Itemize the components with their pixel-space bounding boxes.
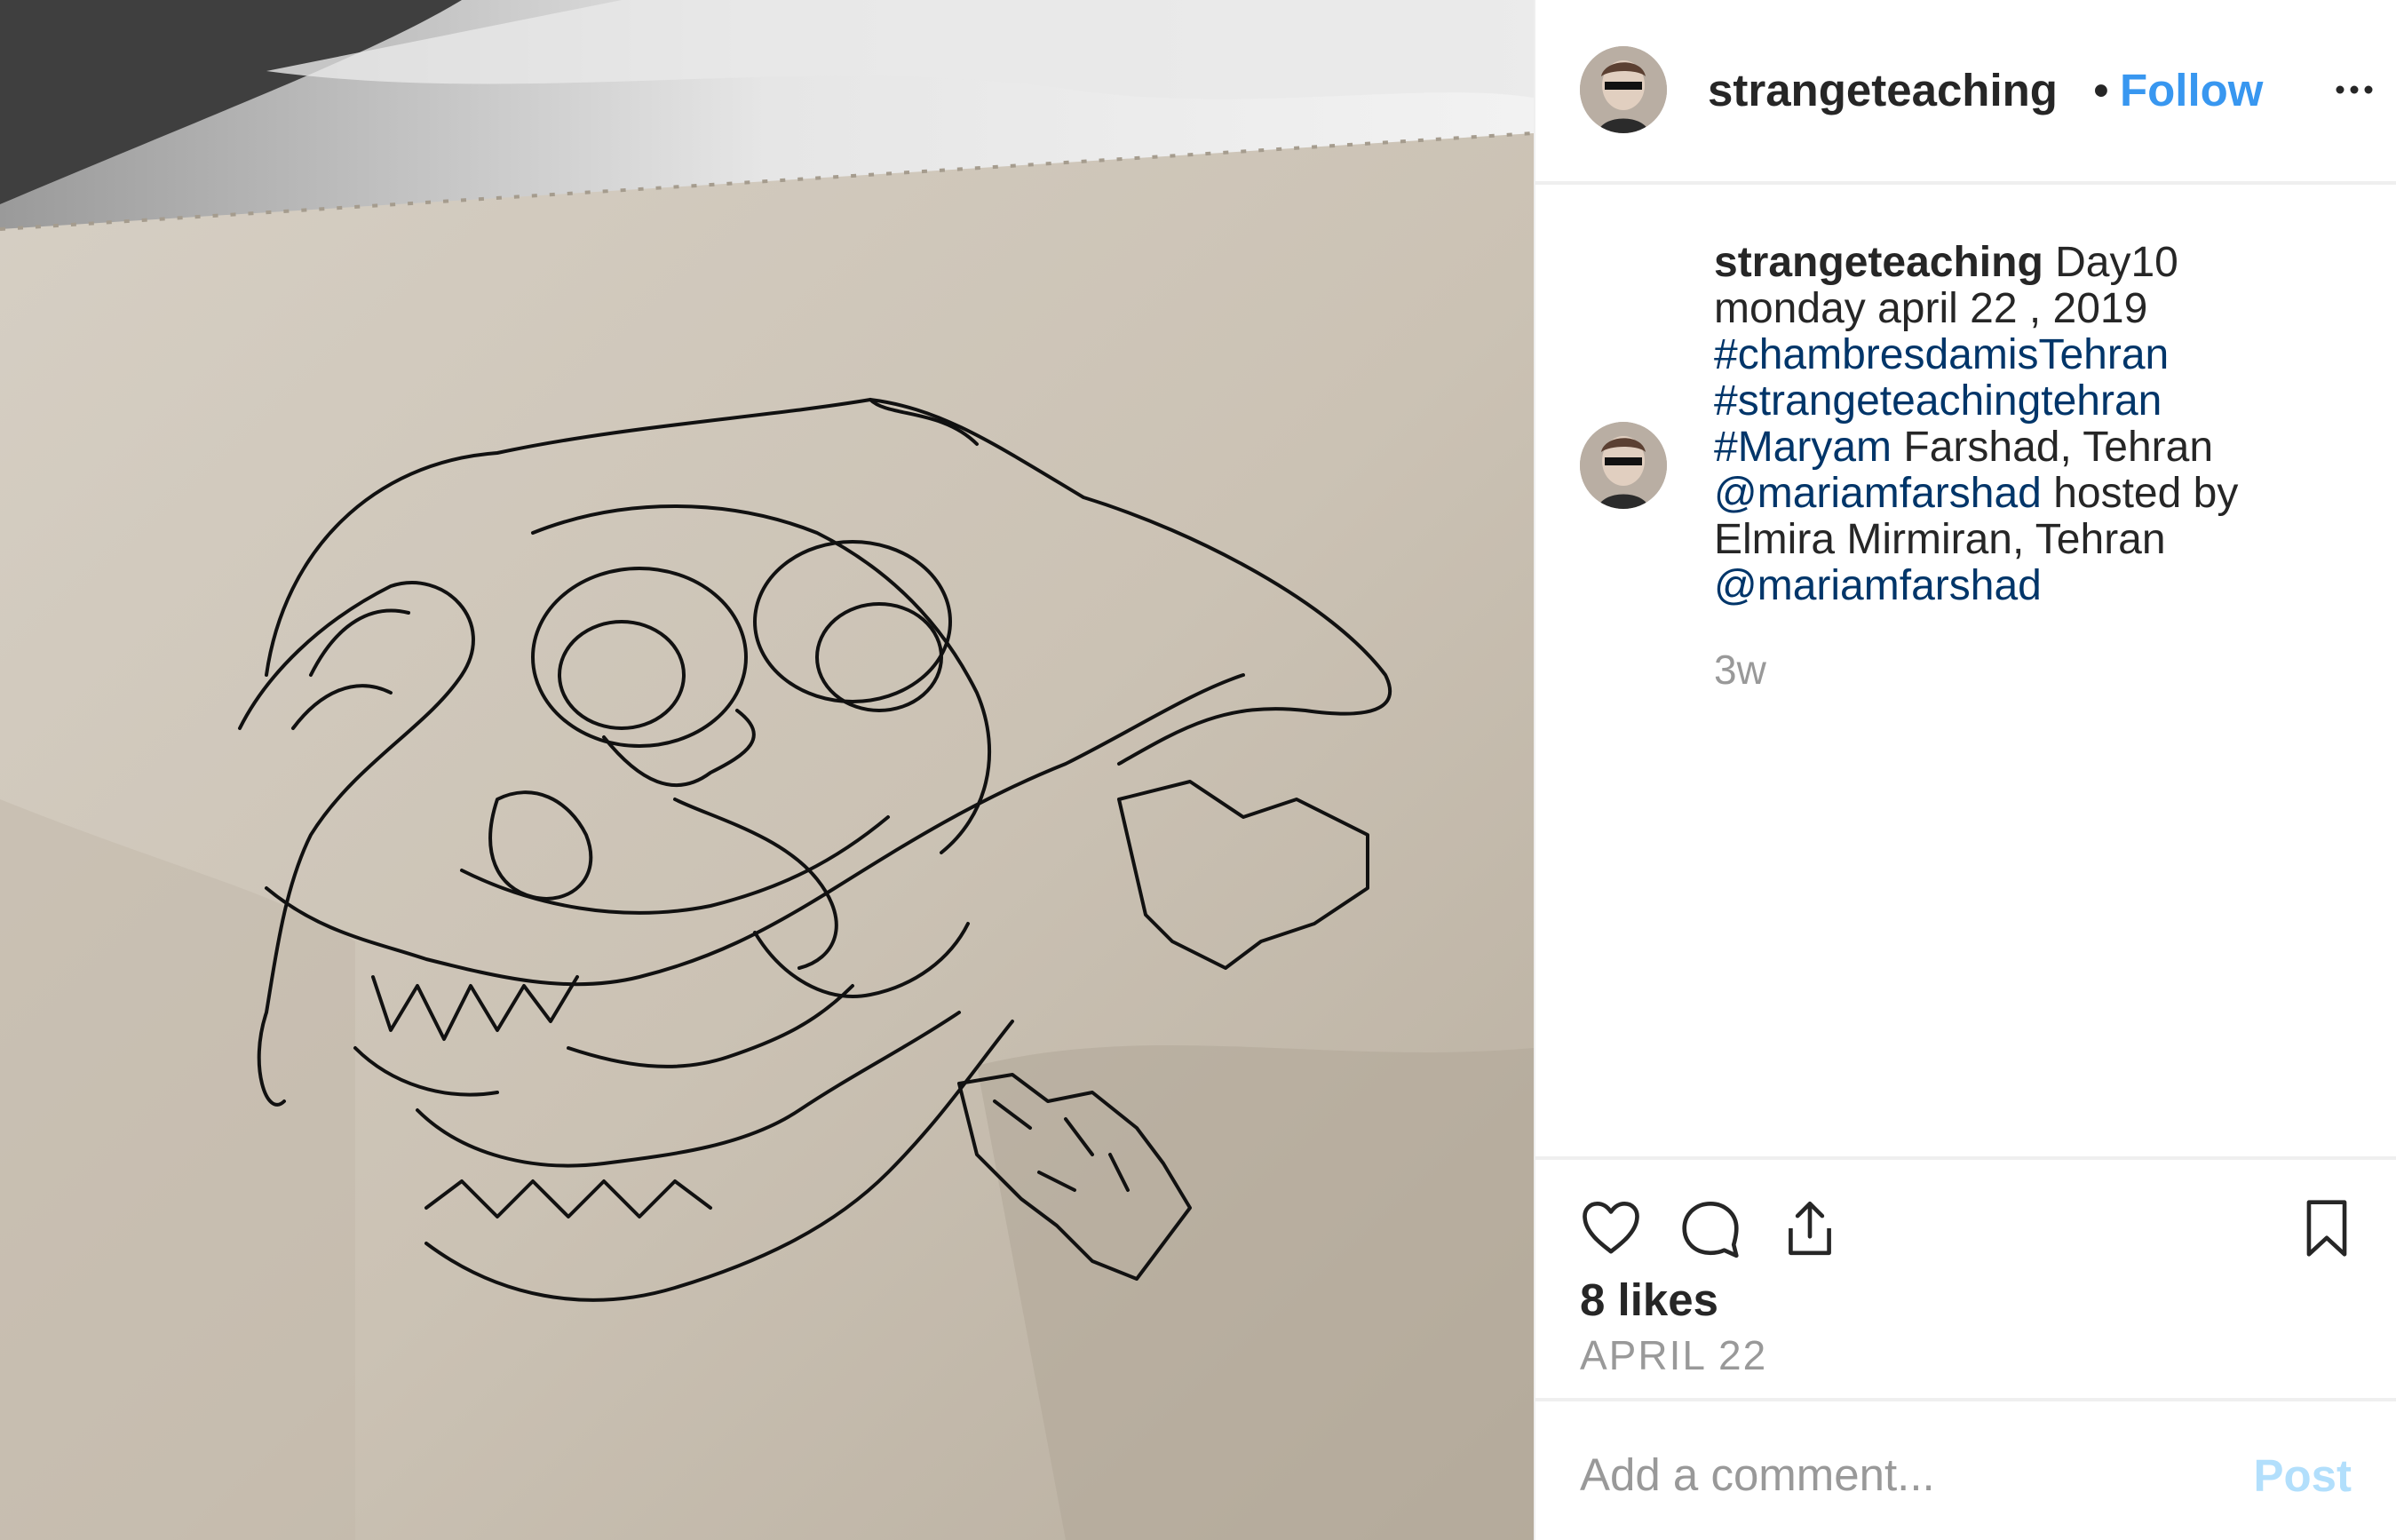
- caption-username[interactable]: strangeteaching: [1714, 239, 2043, 286]
- skull-drawing-image: [0, 0, 1534, 1540]
- post-sidebar: strangeteaching • Follow strangeteaching…: [1534, 0, 2396, 1540]
- share-icon[interactable]: [1777, 1195, 1843, 1261]
- comment-input[interactable]: [1580, 1439, 2202, 1510]
- heart-icon[interactable]: [1578, 1195, 1644, 1261]
- comment-icon[interactable]: [1678, 1195, 1743, 1261]
- post-date[interactable]: APRIL 22: [1580, 1330, 1767, 1380]
- hashtag-link[interactable]: #chambresdamisTehran: [1714, 331, 2169, 378]
- avatar-image: [1580, 422, 1667, 509]
- caption-timestamp[interactable]: 3w: [1714, 645, 1766, 695]
- header-separator-dot: •: [2093, 65, 2109, 115]
- avatar[interactable]: [1580, 46, 1667, 133]
- post-photo[interactable]: [0, 0, 1534, 1540]
- action-bar: 8 likes APRIL 22: [1535, 1156, 2396, 1401]
- caption-text: Farshad, Tehran: [1903, 424, 2214, 471]
- caption-avatar[interactable]: [1580, 422, 1667, 509]
- caption-text: Day10: [2055, 239, 2178, 286]
- caption-text: hosted by: [2053, 470, 2239, 517]
- post-header: strangeteaching • Follow: [1535, 0, 2396, 185]
- likes-count[interactable]: 8 likes: [1580, 1274, 1718, 1327]
- hashtag-link[interactable]: #Maryam: [1714, 424, 1892, 471]
- follow-button[interactable]: Follow: [2120, 64, 2263, 117]
- avatar-image: [1580, 46, 1667, 133]
- hashtag-link[interactable]: #strangeteachingtehran: [1714, 377, 2162, 425]
- post-caption: strangeteaching Day10 monday april 22 , …: [1714, 240, 2371, 609]
- caption-text: monday april 22 , 2019: [1714, 285, 2148, 332]
- mention-link[interactable]: @mariamfarshad: [1714, 470, 2042, 517]
- more-options-icon[interactable]: [2333, 76, 2376, 103]
- post-comment-button[interactable]: Post: [2253, 1449, 2352, 1503]
- instagram-post: strangeteaching • Follow strangeteaching…: [0, 0, 2396, 1540]
- bookmark-icon[interactable]: [2294, 1195, 2360, 1261]
- mention-link[interactable]: @mariamfarshad: [1714, 562, 2042, 609]
- comment-bar: Post: [1535, 1398, 2396, 1540]
- header-username[interactable]: strangeteaching: [1708, 64, 2079, 117]
- caption-text: Elmira Mirmiran, Tehran: [1714, 516, 2166, 563]
